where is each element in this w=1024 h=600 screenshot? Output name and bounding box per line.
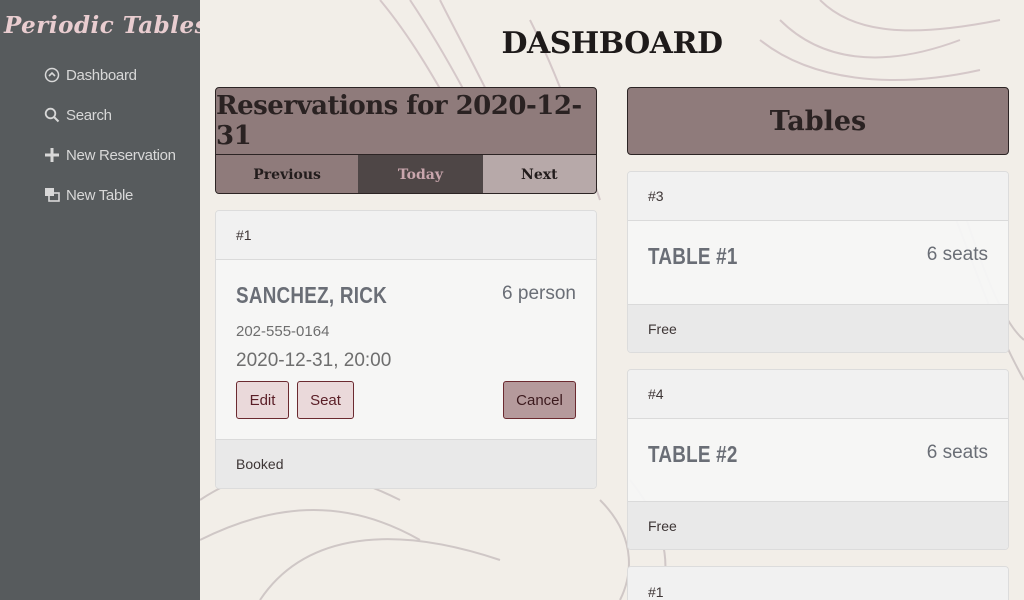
dashboard-icon: [44, 67, 60, 83]
edit-button[interactable]: Edit: [236, 381, 289, 419]
tables-header: Tables: [627, 87, 1009, 155]
reservations-header: Reservations for 2020-12-31 Previous Tod…: [215, 87, 597, 194]
table-name: TABLE #1: [648, 243, 738, 269]
sidebar-item-label: New Table: [66, 186, 134, 204]
table-status: Free: [628, 304, 1008, 352]
reservation-status: Booked: [216, 439, 596, 488]
page-title: DASHBOARD: [501, 26, 723, 61]
seat-button[interactable]: Seat: [297, 381, 354, 419]
table-id: #1: [628, 567, 1008, 600]
table-capacity: 6 seats: [926, 244, 988, 265]
reservation-card: #1 SANCHEZ, RICK 6 person 202-555-0164 2…: [215, 210, 597, 489]
reservations-title: Reservations for 2020-12-31: [216, 91, 582, 151]
sidebar-item-dashboard[interactable]: Dashboard: [44, 64, 137, 86]
day-navigation: Previous Today Next: [216, 154, 596, 193]
table-card: #4 TABLE #2 6 seats Free: [627, 369, 1009, 550]
reservation-body: SANCHEZ, RICK 6 person 202-555-0164 2020…: [216, 260, 596, 439]
table-id: #3: [628, 172, 1008, 221]
main-content: DASHBOARD Reservations for 2020-12-31 Pr…: [200, 0, 1024, 600]
table-body: TABLE #2 6 seats: [628, 419, 1008, 501]
reservation-phone: 202-555-0164: [236, 323, 330, 340]
reservation-datetime: 2020-12-31, 20:00: [236, 350, 392, 371]
party-size: 6 person: [502, 283, 576, 304]
table-body: TABLE #1 6 seats: [628, 221, 1008, 304]
reservation-name: SANCHEZ, RICK: [236, 282, 387, 308]
cancel-button[interactable]: Cancel: [503, 381, 576, 419]
table-name: TABLE #2: [648, 441, 738, 467]
table-card: #1: [627, 566, 1009, 600]
table-capacity: 6 seats: [926, 442, 988, 463]
sidebar-item-label: New Reservation: [66, 146, 176, 164]
layers-icon: [44, 187, 60, 203]
sidebar-item-label: Search: [66, 106, 112, 124]
reservation-id: #1: [216, 211, 596, 260]
today-button[interactable]: Today: [358, 155, 483, 193]
sidebar-item-label: Dashboard: [66, 66, 137, 84]
next-day-button[interactable]: Next: [482, 155, 596, 193]
plus-icon: [44, 147, 60, 163]
sidebar-item-new-reservation[interactable]: New Reservation: [44, 144, 176, 166]
sidebar: Periodic Tables Dashboard Search New Res…: [0, 0, 208, 600]
table-id: #4: [628, 370, 1008, 419]
sidebar-item-search[interactable]: Search: [44, 104, 112, 126]
brand-logo[interactable]: Periodic Tables: [0, 12, 212, 39]
previous-day-button[interactable]: Previous: [216, 155, 359, 193]
table-status: Free: [628, 501, 1008, 549]
table-card: #3 TABLE #1 6 seats Free: [627, 171, 1009, 353]
search-icon: [44, 107, 60, 123]
sidebar-item-new-table[interactable]: New Table: [44, 184, 133, 206]
